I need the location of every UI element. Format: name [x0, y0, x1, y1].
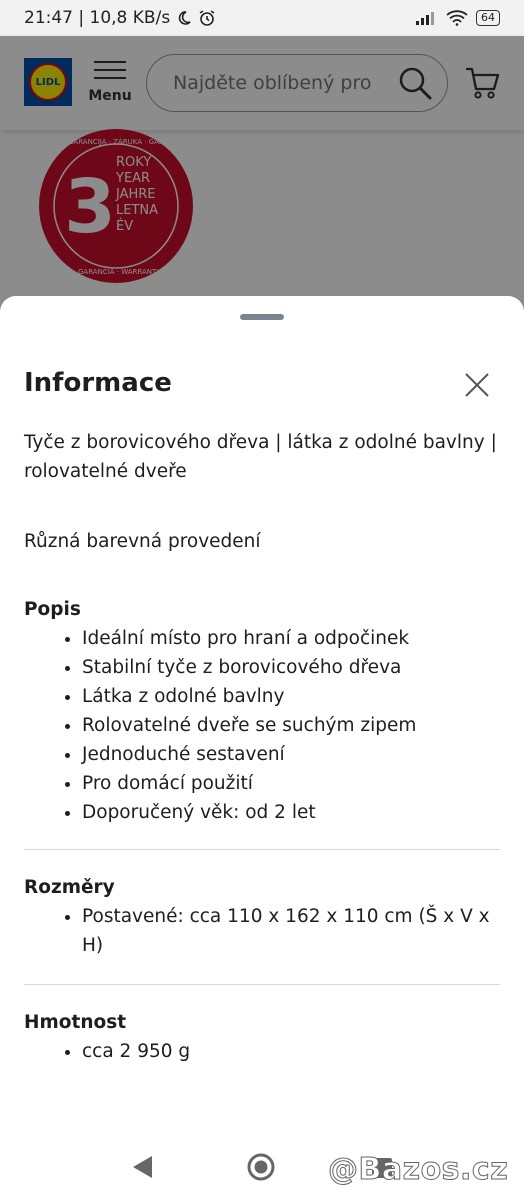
list-item: Ideální místo pro hraní a odpočinek	[82, 624, 500, 653]
list-item: Jednoduché sestavení	[82, 740, 500, 769]
sheet-drag-handle[interactable]	[240, 314, 284, 320]
variants-text: Různá barevná provedení	[24, 531, 261, 552]
close-icon[interactable]	[462, 370, 492, 400]
home-icon[interactable]	[246, 1152, 276, 1182]
watermark: @Bazos.cz	[327, 1152, 509, 1188]
system-nav-bar: @Bazos.cz	[0, 1140, 524, 1200]
battery-indicator: 64	[476, 10, 500, 26]
back-icon[interactable]	[130, 1154, 154, 1180]
popis-list: Ideální místo pro hraní a odpočinek Stab…	[24, 624, 500, 827]
intro-text: Tyče z borovicového dřeva | látka z odol…	[24, 432, 497, 482]
popis-title: Popis	[24, 599, 81, 620]
sheet-title: Informace	[24, 368, 172, 398]
wifi-icon	[446, 10, 468, 26]
sheet-content: Tyče z borovicového dřeva | látka z odol…	[24, 428, 500, 1066]
rozmery-list: Postavené: cca 110 x 162 x 110 cm (Š x V…	[24, 902, 500, 960]
status-left: 21:47 | 10,8 KB/s	[24, 8, 216, 28]
signal-icon	[416, 12, 434, 25]
status-time-speed: 21:47 | 10,8 KB/s	[24, 8, 171, 28]
hmotnost-list: cca 2 950 g	[24, 1037, 500, 1066]
list-item: Doporučený věk: od 2 let	[82, 798, 500, 827]
status-bar: 21:47 | 10,8 KB/s 64	[0, 0, 524, 36]
alarm-icon	[199, 10, 215, 26]
list-item: Stabilní tyče z borovicového dřeva	[82, 653, 500, 682]
list-item: Postavené: cca 110 x 162 x 110 cm (Š x V…	[82, 902, 500, 960]
info-sheet: Informace Tyče z borovicového dřeva | lá…	[0, 296, 524, 1200]
moon-icon	[178, 11, 191, 25]
status-right: 64	[416, 10, 500, 26]
list-item: Rolovatelné dveře se suchým zipem	[82, 711, 500, 740]
list-item: cca 2 950 g	[82, 1037, 500, 1066]
hmotnost-title: Hmotnost	[24, 1012, 127, 1033]
rozmery-title: Rozměry	[24, 877, 115, 898]
list-item: Látka z odolné bavlny	[82, 682, 500, 711]
list-item: Pro domácí použití	[82, 769, 500, 798]
